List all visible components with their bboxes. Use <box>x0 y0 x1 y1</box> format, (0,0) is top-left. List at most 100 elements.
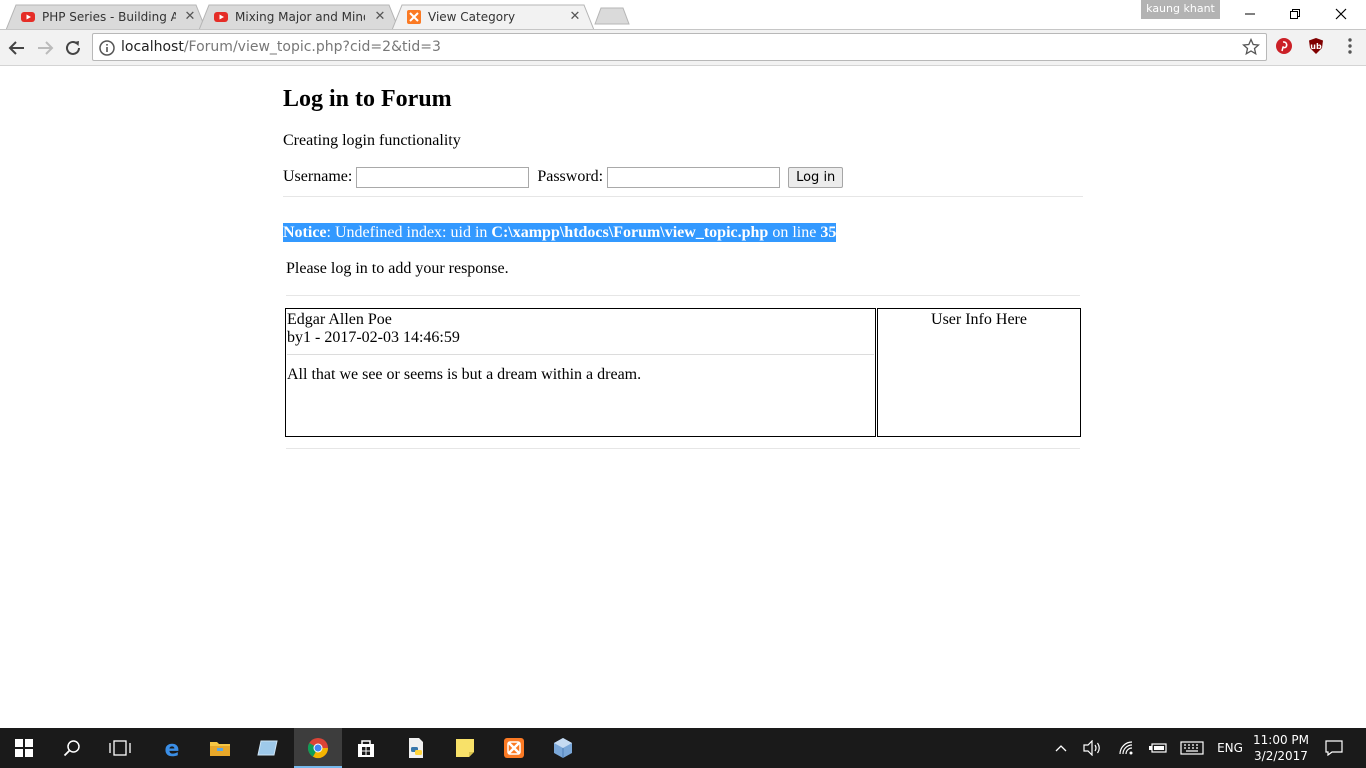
restore-icon <box>1290 9 1300 19</box>
taskbar-sticky-notes[interactable] <box>441 728 489 768</box>
post-header: Edgar Allen Poe by1 - 2017-02-03 14:46:5… <box>287 311 460 347</box>
url-host: localhost <box>121 39 184 55</box>
xampp-icon <box>504 738 524 758</box>
tab-view-category[interactable]: View Category ✕ <box>392 4 594 30</box>
password-input[interactable] <box>607 166 781 188</box>
page-subtitle: Creating login functionality <box>283 132 461 149</box>
taskbar-app[interactable] <box>244 728 292 768</box>
clock-date: 3/2/2017 <box>1254 749 1308 763</box>
taskbar-xampp[interactable] <box>490 728 538 768</box>
notice-line-number: 35 <box>820 224 837 241</box>
info-icon[interactable] <box>98 39 116 57</box>
restore-button[interactable] <box>1272 0 1318 28</box>
wifi-icon <box>1119 741 1133 755</box>
password-label: Password: <box>537 168 604 185</box>
task-view-button[interactable] <box>96 728 144 768</box>
show-hidden-icons-button[interactable] <box>1050 728 1072 768</box>
task-view-icon <box>109 740 131 756</box>
notice-text-line: on line <box>768 224 821 241</box>
close-window-button[interactable] <box>1318 0 1364 28</box>
keyboard-icon <box>1180 741 1204 755</box>
taskbar-chrome[interactable] <box>294 728 342 768</box>
menu-icon[interactable] <box>1341 37 1359 55</box>
taskbar-python[interactable] <box>392 728 440 768</box>
post-body: All that we see or seems is but a dream … <box>287 366 642 383</box>
back-arrow-icon <box>8 41 24 55</box>
chrome-icon <box>307 738 329 759</box>
clock[interactable]: 11:00 PM 3/2/2017 <box>1246 732 1316 764</box>
login-form: Username: Password: Log in <box>283 166 844 188</box>
tab-php-series[interactable]: PHP Series - Building A P ✕ <box>6 4 206 30</box>
windows-taskbar: e ENG 11:00 PM 3/2/2017 <box>0 728 1366 768</box>
chevron-up-icon <box>1055 745 1067 752</box>
speaker-icon <box>1083 740 1100 756</box>
bookmark-star-icon[interactable] <box>1242 38 1260 56</box>
tab-close-icon[interactable]: ✕ <box>182 9 198 25</box>
php-notice: Notice: Undefined index: uid in C:\xampp… <box>283 223 837 242</box>
user-info-text: User Info Here <box>931 311 1027 328</box>
divider <box>283 196 1083 197</box>
divider <box>286 448 1080 449</box>
reload-button[interactable] <box>62 37 84 59</box>
post-title: Edgar Allen Poe <box>287 311 392 328</box>
pinterest-icon[interactable] <box>1275 37 1293 55</box>
minimize-icon <box>1245 13 1255 15</box>
minimize-button[interactable] <box>1227 0 1273 28</box>
taskbar-edge[interactable]: e <box>148 728 196 768</box>
xampp-icon <box>406 9 422 25</box>
sketch-app-icon <box>257 740 278 756</box>
url-path: /Forum/view_topic.php?cid=2&tid=3 <box>183 39 441 55</box>
username-label: Username: <box>283 168 353 185</box>
profile-button[interactable]: kaung khant <box>1141 0 1220 19</box>
browser-toolbar: localhost/Forum/view_topic.php?cid=2&tid… <box>0 30 1366 66</box>
tab-close-icon[interactable]: ✕ <box>372 9 388 25</box>
notice-label: Notice <box>283 224 327 241</box>
search-icon <box>63 740 80 757</box>
volume-button[interactable] <box>1080 728 1104 768</box>
sticky-notes-icon <box>456 739 474 757</box>
back-button[interactable] <box>6 37 28 59</box>
start-button[interactable] <box>0 728 48 768</box>
touch-keyboard-button[interactable] <box>1178 728 1206 768</box>
language-indicator[interactable]: ENG <box>1212 728 1248 768</box>
battery-plug-icon <box>1149 743 1167 753</box>
taskbar-file-explorer[interactable] <box>196 728 244 768</box>
tab-title: PHP Series - Building A P <box>42 10 176 24</box>
folder-icon <box>210 742 230 756</box>
tab-close-icon[interactable]: ✕ <box>567 9 583 25</box>
store-icon <box>358 740 374 757</box>
notification-icon <box>1325 740 1343 756</box>
battery-button[interactable] <box>1146 728 1170 768</box>
action-center-button[interactable] <box>1320 728 1348 768</box>
username-input[interactable] <box>356 166 530 188</box>
python-file-icon <box>409 738 423 758</box>
network-button[interactable] <box>1115 728 1139 768</box>
taskbar-store[interactable] <box>342 728 390 768</box>
browser-titlebar: PHP Series - Building A P ✕ Mixing Major… <box>0 0 1366 30</box>
address-bar[interactable]: localhost/Forum/view_topic.php?cid=2&tid… <box>92 33 1267 61</box>
ublock-icon[interactable]: ub <box>1307 37 1325 55</box>
post-content-box: Edgar Allen Poe by1 - 2017-02-03 14:46:5… <box>285 308 876 437</box>
svg-text:e: e <box>165 737 180 759</box>
post-divider <box>287 354 874 355</box>
youtube-icon <box>213 9 229 25</box>
login-prompt: Please log in to add your response. <box>286 260 509 277</box>
windows-logo-icon <box>15 739 33 757</box>
virtualbox-icon <box>554 738 572 758</box>
user-info-box: User Info Here <box>877 308 1081 437</box>
post-meta: by1 - 2017-02-03 14:46:59 <box>287 329 460 346</box>
tab-mixing-major[interactable]: Mixing Major and Minor ✕ <box>199 4 399 30</box>
url-text: localhost/Forum/view_topic.php?cid=2&tid… <box>121 39 441 55</box>
new-tab-button[interactable] <box>594 7 630 25</box>
taskbar-virtualbox[interactable] <box>539 728 587 768</box>
login-button[interactable]: Log in <box>788 166 844 188</box>
tab-title: Mixing Major and Minor <box>235 10 365 24</box>
clock-time: 11:00 PM <box>1253 733 1309 747</box>
close-icon <box>1335 8 1347 20</box>
forward-button[interactable] <box>34 37 56 59</box>
web-page: Log in to Forum Creating login functiona… <box>0 66 1366 728</box>
svg-text:ub: ub <box>1310 42 1322 51</box>
search-button[interactable] <box>48 728 96 768</box>
divider <box>286 295 1080 296</box>
youtube-icon <box>20 9 36 25</box>
